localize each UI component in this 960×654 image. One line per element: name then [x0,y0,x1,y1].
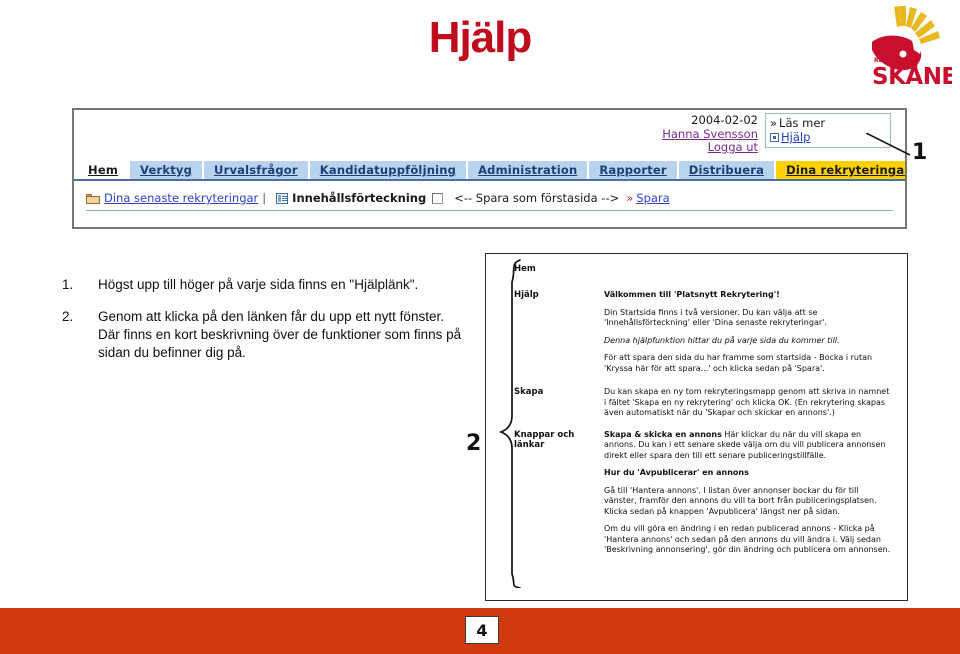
help-section-body: Välkommen till 'Platsnytt Rekrytering'! … [604,290,907,381]
folder-icon [86,193,100,204]
expand-box-icon [770,133,779,142]
toc-label: Innehållsförteckning [292,191,427,205]
help-paragraph: Gå till 'Hantera annons'. I listan över … [604,485,877,516]
logo-skane-text: SKÅNE [872,62,952,88]
help-section-hjalp: Hjälp Välkommen till 'Platsnytt Rekryter… [486,290,907,381]
step-text: Genom att klicka på den länken får du up… [98,309,462,360]
nav-tab-verktyg[interactable]: Verktyg [130,161,205,179]
callout-one-leader-line [866,133,911,156]
instruction-list: 1. Högst upp till höger på varje sida fi… [62,276,462,376]
callout-two-brace [498,259,521,588]
help-section-knappar-och-lankar: Knappar och länkar Skapa & skicka en ann… [486,430,907,563]
help-paragraph: Skapa & skicka en annons Här klickar du … [604,430,893,462]
current-date: 2004-02-02 [691,113,758,127]
help-section-body: Skapa & skicka en annons Här klickar du … [604,430,907,563]
list-item: 2. Genom att klicka på den länken får du… [62,308,462,362]
main-navigation: Hem Verktyg Urvalsfrågor Kandidatuppfölj… [74,161,905,181]
callout-number-one: 1 [912,140,928,165]
step-text: Högst upp till höger på varje sida finns… [98,277,419,292]
help-paragraph: För att spara den sida du har framme som… [604,353,873,373]
help-paragraph: Du kan skapa en ny tom rekryteringsmapp … [604,387,890,417]
save-as-homepage-checkbox[interactable] [432,192,444,204]
help-section-body [604,264,907,274]
raquo-icon: » [626,191,634,205]
read-more-label: Läs mer [779,116,826,130]
help-section-skapa: Skapa Du kan skapa en ny tom rekrytering… [486,387,907,426]
help-paragraph: Din Startsida finns i två versioner. Du … [604,307,827,328]
help-paragraph: Välkommen till 'Platsnytt Rekrytering'! [604,290,780,299]
user-name-link[interactable]: Hanna Svensson [568,127,758,142]
nav-tab-dina-rekryteringar[interactable]: Dina rekryteringar [776,161,905,179]
recent-recruitments-link[interactable]: Dina senaste rekryteringar [104,191,258,205]
page-title: Hjälp [428,13,533,62]
chevron-right-icon: » [770,116,778,130]
nav-tab-hem[interactable]: Hem [74,161,131,179]
read-more-row[interactable]: » Läs mer [770,116,886,130]
help-section-body: Du kan skapa en ny tom rekryteringsmapp … [604,387,907,426]
list-view-icon [276,192,289,204]
nav-tab-distribuera[interactable]: Distribuera [678,161,777,179]
help-section-hem: Hem [486,264,907,274]
help-window-screenshot: Hem Hjälp Välkommen till 'Platsnytt Rekr… [485,253,908,601]
logout-link[interactable]: Logga ut [568,140,758,155]
help-paragraph: Denna hjälpfunktion hittar du på varje s… [604,335,840,345]
callout-number-two: 2 [466,431,482,456]
region-skane-logo: REGION SKÅNE [856,4,957,90]
top-screenshot-navbar: 2004-02-02 Hanna Svensson Logga ut » Läs … [72,108,907,229]
nav-tab-rapporter[interactable]: Rapporter [589,161,679,179]
toolbar-separator: | [262,191,267,205]
help-paragraph: Hur du 'Avpublicerar' en annons [604,468,749,477]
help-link[interactable]: Hjälp [781,130,810,144]
nav-tab-administration[interactable]: Administration [468,161,590,179]
nav-tab-kandidatuppfoljning[interactable]: Kandidatuppföljning [309,161,469,179]
logo-region-text: REGION [874,57,900,64]
save-hint-label: <-- Spara som förstasida --> [454,191,620,205]
save-link[interactable]: Spara [636,191,669,205]
step-number: 2. [62,309,74,324]
secondary-toolbar: Dina senaste rekryteringar | Innehållsfö… [86,188,893,211]
help-paragraph-lead: Skapa & skicka en annons [604,429,722,439]
help-paragraph: Om du vill göra en ändring i en redan pu… [604,524,891,554]
page-number: 4 [465,616,499,644]
list-item: 1. Högst upp till höger på varje sida fi… [62,276,462,294]
user-info-panel: 2004-02-02 Hanna Svensson Logga ut [568,113,758,155]
footer-bar: 4 [0,608,960,654]
step-number: 1. [62,277,74,292]
nav-tab-urvalsfragor[interactable]: Urvalsfrågor [204,161,310,179]
